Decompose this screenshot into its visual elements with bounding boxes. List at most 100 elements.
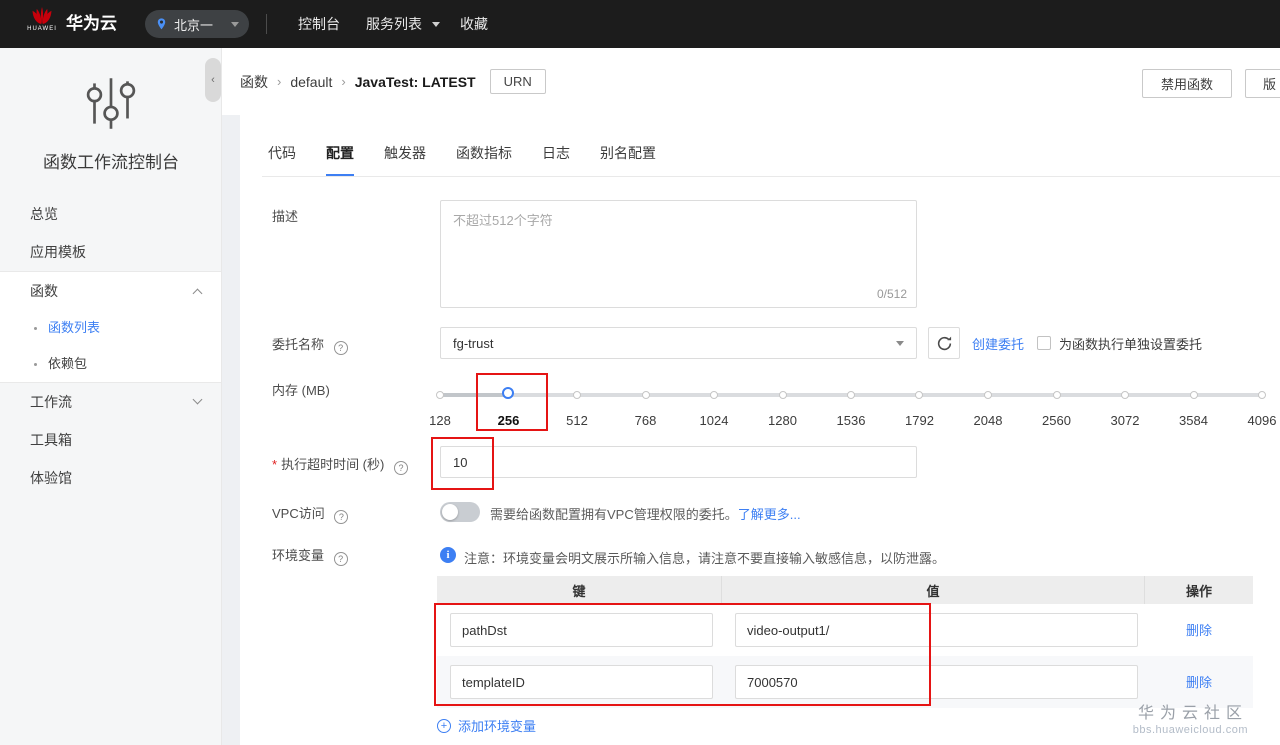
bullet-icon xyxy=(34,363,37,366)
sidebar-item-toolbox[interactable]: 工具箱 xyxy=(0,421,221,459)
breadcrumb-default[interactable]: default xyxy=(290,74,332,90)
sidebar-item-experience[interactable]: 体验馆 xyxy=(0,459,221,497)
agency-select[interactable]: fg-trust xyxy=(440,327,917,359)
memory-stop-label[interactable]: 2560 xyxy=(1042,413,1071,428)
chevron-down-icon xyxy=(432,22,440,27)
tab-logs[interactable]: 日志 xyxy=(542,143,570,176)
slider-tick[interactable] xyxy=(1121,391,1129,399)
tab-metrics[interactable]: 函数指标 xyxy=(456,143,512,176)
sidebar-group-functions: 函数 函数列表 依赖包 xyxy=(0,271,221,383)
memory-stop-label-selected[interactable]: 256 xyxy=(498,413,520,428)
help-icon[interactable]: ? xyxy=(334,510,348,524)
breadcrumb-separator: › xyxy=(277,74,281,89)
top-nav-bar: HUAWEI 华为云 北京一 控制台 服务列表 收藏 xyxy=(0,0,1280,48)
delete-row-link[interactable]: 删除 xyxy=(1186,675,1212,690)
env-label-text: 环境变量 xyxy=(272,548,324,563)
help-icon[interactable]: ? xyxy=(334,341,348,355)
refresh-button[interactable] xyxy=(928,327,960,359)
help-icon[interactable]: ? xyxy=(394,461,408,475)
char-counter: 0/512 xyxy=(877,287,907,301)
sidebar-item-dependencies[interactable]: 依赖包 xyxy=(0,346,221,382)
breadcrumb-functions[interactable]: 函数 xyxy=(240,72,268,92)
separate-agency-checkbox[interactable] xyxy=(1037,336,1051,350)
required-asterisk: * xyxy=(272,457,277,472)
sidebar-item-function-list[interactable]: 函数列表 xyxy=(0,310,221,346)
slider-tick[interactable] xyxy=(642,391,650,399)
breadcrumb-current: JavaTest: LATEST xyxy=(355,74,476,90)
version-button[interactable]: 版 xyxy=(1245,69,1280,98)
memory-slider-handle[interactable] xyxy=(502,387,514,399)
env-key-input[interactable] xyxy=(450,613,713,647)
create-agency-link[interactable]: 创建委托 xyxy=(972,334,1024,353)
learn-more-link[interactable]: 了解更多... xyxy=(738,507,801,522)
region-selector[interactable]: 北京一 xyxy=(145,10,249,38)
tab-alias[interactable]: 别名配置 xyxy=(600,143,656,176)
chevron-down-icon xyxy=(231,22,239,27)
tab-triggers[interactable]: 触发器 xyxy=(384,143,426,176)
vpc-hint: 需要给函数配置拥有VPC管理权限的委托。了解更多... xyxy=(490,504,801,523)
slider-tick[interactable] xyxy=(436,391,444,399)
help-icon[interactable]: ? xyxy=(334,552,348,566)
slider-tick[interactable] xyxy=(1258,391,1266,399)
memory-stop-label[interactable]: 4096 xyxy=(1248,413,1277,428)
slider-track-fill xyxy=(440,393,508,397)
sidebar: ‹ 函数工作流控制台 总览 应用模板 函数 函数列表 依赖包 xyxy=(0,48,222,745)
info-icon: i xyxy=(440,547,456,563)
column-header-value: 值 xyxy=(722,576,1145,604)
memory-stop-label[interactable]: 1280 xyxy=(768,413,797,428)
chevron-up-icon xyxy=(193,289,203,299)
memory-stop-label[interactable]: 2048 xyxy=(974,413,1003,428)
env-value-input[interactable] xyxy=(735,665,1138,699)
huawei-logo[interactable]: HUAWEI xyxy=(22,6,62,32)
breadcrumb-separator: › xyxy=(341,74,345,89)
slider-tick[interactable] xyxy=(1053,391,1061,399)
sidebar-item-overview[interactable]: 总览 xyxy=(0,195,221,233)
memory-stop-label[interactable]: 512 xyxy=(566,413,588,428)
table-row: 删除 xyxy=(437,656,1253,708)
tab-code[interactable]: 代码 xyxy=(268,143,296,176)
disable-function-button[interactable]: 禁用函数 xyxy=(1142,69,1232,98)
agency-label-text: 委托名称 xyxy=(272,337,324,352)
slider-tick[interactable] xyxy=(847,391,855,399)
sidebar-item-templates[interactable]: 应用模板 xyxy=(0,233,221,271)
tab-configuration[interactable]: 配置 xyxy=(326,143,354,176)
memory-stop-label[interactable]: 3072 xyxy=(1111,413,1140,428)
sidebar-item-function-list-label: 函数列表 xyxy=(48,320,100,335)
watermark-url: bbs.huaweicloud.com xyxy=(1133,724,1248,736)
delete-row-link[interactable]: 删除 xyxy=(1186,623,1212,638)
env-value-input[interactable] xyxy=(735,613,1138,647)
slider-tick[interactable] xyxy=(984,391,992,399)
vpc-hint-text: 需要给函数配置拥有VPC管理权限的委托。 xyxy=(490,507,738,522)
urn-button[interactable]: URN xyxy=(490,69,546,94)
memory-stop-label[interactable]: 1792 xyxy=(905,413,934,428)
memory-stop-label[interactable]: 1024 xyxy=(700,413,729,428)
separate-agency-checkbox-label: 为函数执行单独设置委托 xyxy=(1059,334,1202,353)
sidebar-menu: 总览 应用模板 函数 函数列表 依赖包 工作流 工具箱 体验馆 xyxy=(0,195,221,497)
vpc-toggle[interactable] xyxy=(440,502,480,522)
slider-tick[interactable] xyxy=(915,391,923,399)
timeout-input[interactable] xyxy=(440,446,917,478)
slider-tick[interactable] xyxy=(573,391,581,399)
slider-tick[interactable] xyxy=(779,391,787,399)
huawei-wordmark: HUAWEI xyxy=(22,26,62,32)
memory-stop-label[interactable]: 128 xyxy=(429,413,451,428)
brand-title[interactable]: 华为云 xyxy=(66,0,117,48)
column-header-key: 键 xyxy=(437,576,722,604)
sidebar-item-workflow[interactable]: 工作流 xyxy=(0,383,221,421)
description-textarea[interactable] xyxy=(440,200,917,308)
memory-stop-label[interactable]: 768 xyxy=(635,413,657,428)
memory-stop-label[interactable]: 3584 xyxy=(1179,413,1208,428)
add-env-variable-label: 添加环境变量 xyxy=(458,716,536,735)
memory-stop-label[interactable]: 1536 xyxy=(837,413,866,428)
env-key-input[interactable] xyxy=(450,665,713,699)
breadcrumb: 函数 › default › JavaTest: LATEST URN xyxy=(240,48,546,115)
toggle-knob xyxy=(442,504,458,520)
nav-favorites[interactable]: 收藏 xyxy=(460,0,488,48)
add-env-variable-button[interactable]: + 添加环境变量 xyxy=(437,716,536,735)
nav-console[interactable]: 控制台 xyxy=(298,0,340,48)
slider-tick[interactable] xyxy=(1190,391,1198,399)
sidebar-item-functions[interactable]: 函数 xyxy=(0,272,221,310)
functiongraph-sliders-icon xyxy=(0,70,222,141)
slider-tick[interactable] xyxy=(710,391,718,399)
nav-service-list[interactable]: 服务列表 xyxy=(366,0,440,48)
